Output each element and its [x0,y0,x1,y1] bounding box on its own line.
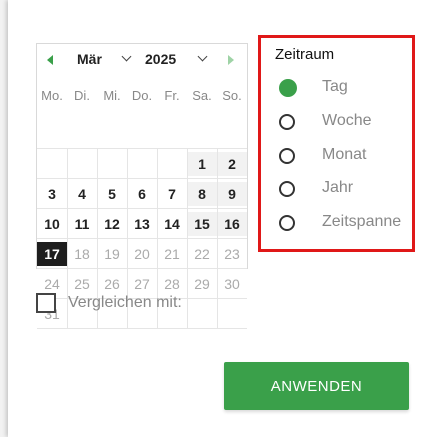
weekday-label: Di. [74,88,90,103]
grid-line [37,268,247,269]
radio-unchecked-icon[interactable] [279,181,295,197]
background-edge [0,0,8,437]
chevron-down-icon[interactable] [197,51,208,62]
calendar-day[interactable]: 11 [67,212,97,236]
calendar-day[interactable]: 20 [127,242,157,266]
calendar-day[interactable]: 19 [97,242,127,266]
compare-checkbox[interactable] [36,293,56,313]
calendar-empty-cell [37,152,67,176]
calendar-day[interactable]: 12 [97,212,127,236]
period-selector: Zeitraum Tag Woche Monat Jahr Zeitspanne [258,35,415,252]
calendar-day[interactable]: 4 [67,182,97,206]
calendar-day[interactable]: 6 [127,182,157,206]
grid-line [37,328,247,329]
calendar-empty-cell [97,152,127,176]
calendar-day[interactable]: 8 [187,182,217,206]
calendar-day[interactable]: 10 [37,212,67,236]
grid-line [37,208,247,209]
calendar-empty-cell [127,152,157,176]
grid-line [37,148,247,149]
year-select[interactable]: 2025 [145,51,176,67]
period-title: Zeitraum [275,46,335,63]
previous-month-icon[interactable] [47,55,53,65]
calendar-empty-cell [67,152,97,176]
calendar-day[interactable]: 2 [217,152,247,176]
weekday-label: Mi. [103,88,121,103]
period-option-label: Tag [322,78,348,95]
calendar-day[interactable]: 1 [187,152,217,176]
weekday-label: Mo. [41,88,63,103]
compare-toggle[interactable]: Vergleichen mit: [36,292,236,316]
month-select[interactable]: Mär [77,51,102,67]
radio-unchecked-icon[interactable] [279,114,295,130]
weekday-label: Do. [131,88,153,103]
weekday-label: Fr. [164,88,180,103]
radio-unchecked-icon[interactable] [279,148,295,164]
calendar-day[interactable]: 23 [217,242,247,266]
period-option-label: Woche [322,112,372,129]
weekday-label: So. [222,88,242,103]
calendar-day[interactable]: 5 [97,182,127,206]
calendar-day[interactable]: 13 [127,212,157,236]
period-option-label: Zeitspanne [322,213,402,230]
calendar-empty-cell [157,152,187,176]
calendar-day[interactable]: 7 [157,182,187,206]
calendar-day[interactable]: 22 [187,242,217,266]
grid-line [37,178,247,179]
period-option-label: Jahr [322,179,354,196]
calendar-day[interactable]: 18 [67,242,97,266]
period-option-label: Monat [322,146,367,163]
next-month-icon[interactable] [228,55,234,65]
calendar-day[interactable]: 14 [157,212,187,236]
calendar-day[interactable]: 3 [37,182,67,206]
grid-line [37,238,247,239]
calendar-header: Mär 2025 [37,50,247,72]
calendar: Mär 2025 Mo. Di. Mi. Do. Fr. Sa. So. 123… [36,43,248,329]
chevron-down-icon[interactable] [121,51,132,62]
compare-label: Vergleichen mit: [68,294,182,311]
calendar-day[interactable]: 17 [37,242,67,266]
weekday-header: Mo. Di. Mi. Do. Fr. Sa. So. [37,88,247,108]
calendar-day[interactable]: 9 [217,182,247,206]
calendar-day[interactable]: 21 [157,242,187,266]
radio-unchecked-icon[interactable] [279,215,295,231]
weekday-label: Sa. [192,88,212,103]
calendar-day[interactable]: 16 [217,212,247,236]
radio-checked-icon[interactable] [279,79,297,97]
calendar-day[interactable]: 15 [187,212,217,236]
apply-button[interactable]: ANWENDEN [224,362,409,410]
